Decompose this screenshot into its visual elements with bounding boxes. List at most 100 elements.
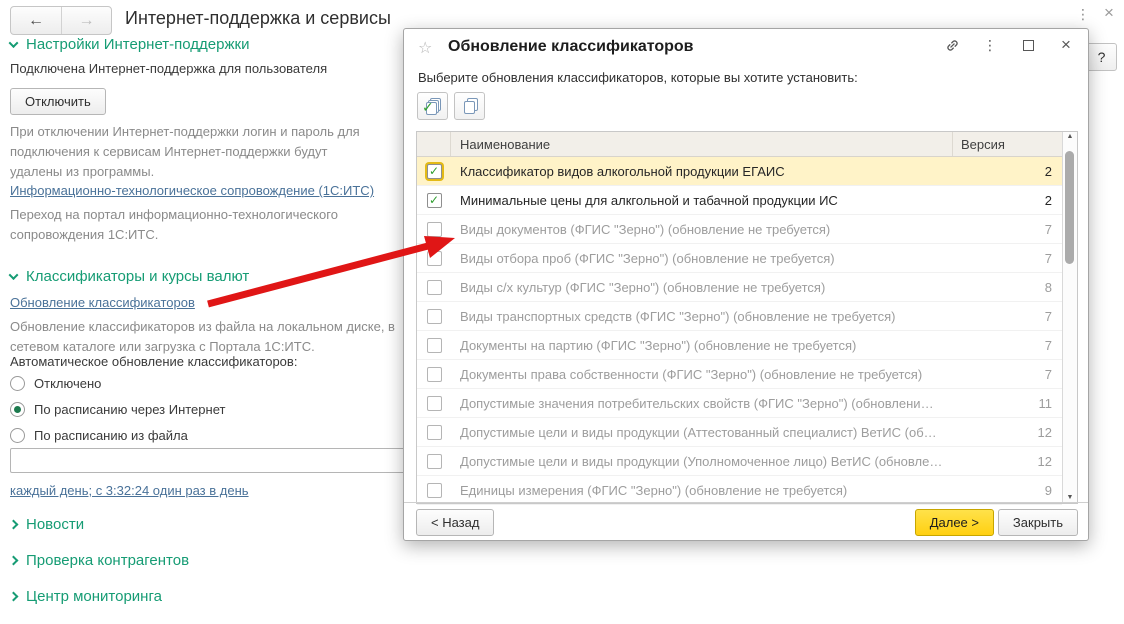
collapsed-section[interactable]: Новости: [8, 516, 85, 533]
radio-option[interactable]: По расписанию через Интернет: [10, 402, 225, 417]
check-all-button[interactable]: ✓: [417, 92, 448, 120]
row-name: Классификатор видов алкогольной продукци…: [460, 163, 785, 179]
table-row[interactable]: ✓ Допустимые значения потребительских св…: [417, 389, 1062, 418]
row-version: 8: [1044, 279, 1052, 295]
favorite-star-icon[interactable]: ☆: [418, 38, 432, 58]
row-version: 2: [1044, 163, 1052, 179]
table-header: Наименование Версия: [417, 132, 1062, 157]
row-version: 7: [1044, 221, 1052, 237]
back-step-button[interactable]: < Назад: [416, 509, 495, 536]
row-checkbox[interactable]: ✓: [426, 221, 442, 237]
row-name: Допустимые цели и виды продукции (Аттест…: [460, 424, 937, 440]
radio-option[interactable]: По расписанию из файла: [10, 428, 188, 443]
collapsed-section[interactable]: Проверка контрагентов: [8, 552, 189, 569]
uncheck-all-button[interactable]: [454, 92, 485, 120]
table-row[interactable]: ✓ Единицы измерения (ФГИС "Зерно") (обно…: [417, 476, 1062, 505]
version-column-header[interactable]: Версия: [952, 132, 1062, 156]
table-row[interactable]: ✓ Минимальные цены для алкгольной и таба…: [417, 186, 1062, 215]
row-checkbox[interactable]: ✓: [426, 192, 442, 208]
its-link[interactable]: Информационно-технологическое сопровожде…: [10, 183, 374, 198]
window-close-icon[interactable]: ×: [1104, 3, 1114, 23]
scroll-up-icon[interactable]: ▲: [1063, 133, 1077, 140]
chevron-right-icon: [8, 519, 19, 530]
row-name: Виды транспортных средств (ФГИС "Зерно")…: [460, 308, 896, 324]
row-checkbox[interactable]: ✓: [426, 395, 442, 411]
row-name: Документы на партию (ФГИС "Зерно") (обно…: [460, 337, 857, 353]
close-button[interactable]: Закрыть: [997, 509, 1078, 536]
its-note: Переход на портал информационно-технолог…: [10, 207, 338, 242]
classifier-note: Обновление классификаторов из файла на л…: [10, 319, 395, 354]
section-title: Настройки Интернет-поддержки: [26, 36, 250, 53]
table-row[interactable]: ✓ Документы на партию (ФГИС "Зерно") (об…: [417, 331, 1062, 360]
dialog-close-icon[interactable]: ×: [1058, 35, 1074, 54]
row-version: 7: [1044, 250, 1052, 266]
schedule-link[interactable]: каждый день; с 3:32:24 один раз в день: [10, 483, 249, 498]
row-checkbox[interactable]: ✓: [426, 337, 442, 353]
screen: ← → Интернет-поддержка и сервисы ⋮ × ? Н…: [0, 0, 1124, 624]
dialog-menu-icon[interactable]: ⋮: [982, 37, 998, 53]
checkbox-column-header[interactable]: [417, 132, 451, 156]
scrollbar-thumb[interactable]: [1065, 151, 1074, 264]
row-checkbox[interactable]: ✓: [426, 424, 442, 440]
table-row[interactable]: ✓ Виды документов (ФГИС "Зерно") (обновл…: [417, 215, 1062, 244]
row-name: Виды документов (ФГИС "Зерно") (обновлен…: [460, 221, 831, 237]
page-title: Интернет-поддержка и сервисы: [125, 8, 391, 28]
radio-icon: [10, 428, 25, 443]
table-row[interactable]: ✓ Виды с/х культур (ФГИС "Зерно") (обнов…: [417, 273, 1062, 302]
name-column-header[interactable]: Наименование: [451, 137, 952, 152]
section-title: Классификаторы и курсы валют: [26, 268, 250, 285]
row-version: 12: [1037, 424, 1052, 440]
row-checkbox[interactable]: ✓: [426, 453, 442, 469]
table-scrollbar[interactable]: ▲ ▼: [1062, 132, 1077, 503]
classifier-table: Наименование Версия ✓ Классификатор видо…: [416, 131, 1078, 505]
help-button[interactable]: ?: [1086, 43, 1117, 71]
history-nav: ← →: [10, 6, 112, 35]
radio-label: По расписанию из файла: [34, 428, 188, 443]
chevron-right-icon: [8, 555, 19, 566]
section-title: Новости: [26, 516, 85, 533]
radio-option[interactable]: Отключено: [10, 376, 101, 391]
get-link-icon[interactable]: [944, 37, 960, 53]
radio-icon: [10, 402, 25, 417]
auto-update-label: Автоматическое обновление классификаторо…: [10, 354, 298, 369]
table-row[interactable]: ✓ Документы права собственности (ФГИС "З…: [417, 360, 1062, 389]
classifier-update-dialog: ☆ Обновление классификаторов ⋮ × Выберит…: [403, 28, 1089, 541]
schedule-path-input[interactable]: [10, 448, 406, 473]
dialog-subtitle: Выберите обновления классификаторов, кот…: [418, 70, 858, 85]
scroll-down-icon[interactable]: ▼: [1063, 494, 1077, 501]
dialog-footer: < Назад Далее > Закрыть: [404, 502, 1088, 540]
back-button[interactable]: ←: [11, 7, 61, 34]
forward-button[interactable]: →: [61, 7, 111, 34]
help-icon: ?: [1097, 49, 1106, 65]
row-checkbox[interactable]: ✓: [426, 163, 442, 179]
disconnect-button[interactable]: Отключить: [10, 88, 106, 115]
row-checkbox[interactable]: ✓: [426, 250, 442, 266]
table-row[interactable]: ✓ Классификатор видов алкогольной продук…: [417, 157, 1062, 186]
maximize-icon[interactable]: [1020, 37, 1036, 53]
dialog-title: Обновление классификаторов: [448, 38, 694, 55]
next-button[interactable]: Далее >: [914, 509, 994, 536]
section-internet-support[interactable]: Настройки Интернет-поддержки: [8, 36, 250, 53]
section-classifiers[interactable]: Классификаторы и курсы валют: [8, 268, 250, 285]
collapsed-section[interactable]: Центр мониторинга: [8, 588, 162, 605]
forward-icon: →: [78, 11, 95, 29]
table-row[interactable]: ✓ Виды транспортных средств (ФГИС "Зерно…: [417, 302, 1062, 331]
row-checkbox[interactable]: ✓: [426, 366, 442, 382]
row-name: Единицы измерения (ФГИС "Зерно") (обновл…: [460, 482, 848, 498]
classifier-update-link[interactable]: Обновление классификаторов: [10, 295, 195, 310]
row-checkbox[interactable]: ✓: [426, 279, 442, 295]
table-row[interactable]: ✓ Допустимые цели и виды продукции (Упол…: [417, 447, 1062, 476]
row-version: 9: [1044, 482, 1052, 498]
chevron-down-icon: [8, 270, 19, 281]
section-title: Центр мониторинга: [26, 588, 162, 605]
row-name: Допустимые цели и виды продукции (Уполно…: [460, 453, 943, 469]
row-checkbox[interactable]: ✓: [426, 308, 442, 324]
radio-icon: [10, 376, 25, 391]
window-menu-icon[interactable]: ⋮: [1076, 6, 1090, 23]
row-name: Документы права собственности (ФГИС "Зер…: [460, 366, 923, 382]
radio-label: Отключено: [34, 376, 102, 391]
table-row[interactable]: ✓ Допустимые цели и виды продукции (Атте…: [417, 418, 1062, 447]
row-name: Минимальные цены для алкгольной и табачн…: [460, 192, 838, 208]
table-row[interactable]: ✓ Виды отбора проб (ФГИС "Зерно") (обнов…: [417, 244, 1062, 273]
row-checkbox[interactable]: ✓: [426, 482, 442, 498]
